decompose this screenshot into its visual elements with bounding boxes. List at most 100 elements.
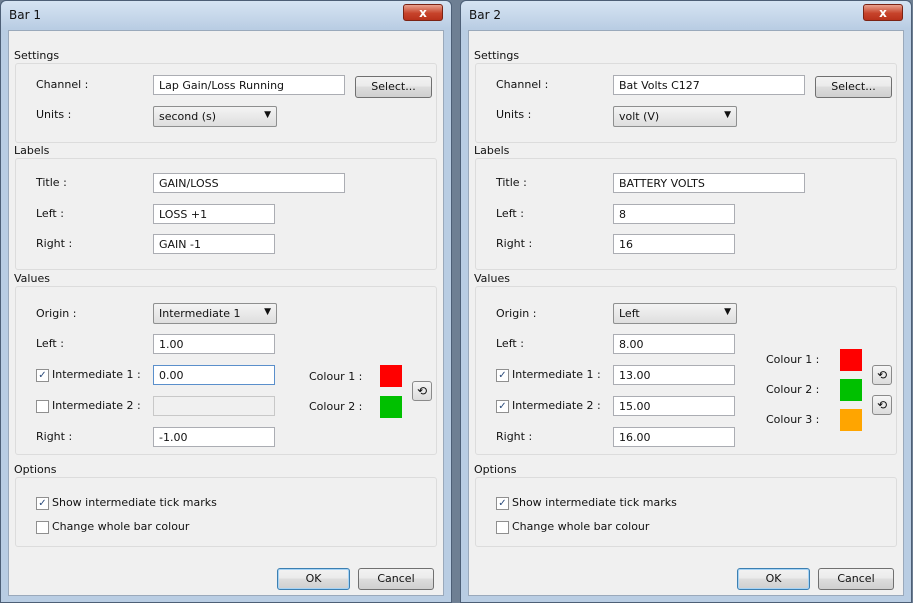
ok-button[interactable]: OK — [277, 568, 350, 590]
dialog-client-area: Settings Channel : Lap Gain/Loss Running… — [8, 30, 444, 596]
intermediate-1-input[interactable]: 0.00 — [153, 365, 275, 385]
units-dropdown[interactable]: second (s) ▼ — [153, 106, 277, 127]
dialog-client-area: Settings Channel : Bat Volts C127 Select… — [468, 30, 904, 596]
whole-bar-colour-label: Change whole bar colour — [52, 520, 190, 533]
colour-3-swatch[interactable] — [840, 409, 862, 431]
channel-label: Channel : — [496, 78, 549, 91]
tick-marks-label: Show intermediate tick marks — [512, 496, 677, 509]
colour-2-label: Colour 2 : — [766, 383, 820, 396]
intermediate-1-label: Intermediate 1 : — [52, 368, 141, 381]
channel-input[interactable]: Bat Volts C127 — [613, 75, 805, 95]
whole-bar-colour-checkbox[interactable] — [36, 521, 49, 534]
dialog-bar-1: Bar 1 x Settings Channel : Lap Gain/Loss… — [0, 0, 452, 603]
intermediate-2-checkbox[interactable] — [36, 400, 49, 413]
options-group: Options ✓ Show intermediate tick marks C… — [470, 463, 897, 547]
left-value-input[interactable]: 8.00 — [613, 334, 735, 354]
right-label-input[interactable]: GAIN -1 — [153, 234, 275, 254]
left-label-input[interactable]: LOSS +1 — [153, 204, 275, 224]
tick-marks-checkbox[interactable]: ✓ — [496, 497, 509, 510]
chevron-down-icon: ▼ — [264, 307, 271, 317]
intermediate-2-label: Intermediate 2 : — [512, 399, 601, 412]
chevron-down-icon: ▼ — [724, 110, 731, 120]
right-value-label: Right : — [496, 430, 533, 443]
options-group-label: Options — [470, 463, 521, 476]
right-label: Right : — [36, 237, 73, 250]
values-group-label: Values — [10, 272, 54, 285]
chevron-down-icon: ▼ — [724, 307, 731, 317]
colour-1-label: Colour 1 : — [766, 353, 820, 366]
dialog-title: Bar 2 — [469, 8, 501, 22]
units-dropdown-value: volt (V) — [619, 110, 660, 123]
close-button[interactable]: x — [863, 4, 903, 21]
values-group-label: Values — [470, 272, 514, 285]
intermediate-2-checkbox[interactable]: ✓ — [496, 400, 509, 413]
colour-2-swatch[interactable] — [380, 396, 402, 418]
values-group: Values Origin : Intermediate 1 ▼ Left : … — [10, 272, 437, 455]
tick-marks-checkbox[interactable]: ✓ — [36, 497, 49, 510]
settings-group-label: Settings — [470, 49, 524, 62]
colour-3-label: Colour 3 : — [766, 413, 820, 426]
labels-group: Labels Title : GAIN/LOSS Left : LOSS +1 … — [10, 144, 437, 270]
channel-input[interactable]: Lap Gain/Loss Running — [153, 75, 345, 95]
select-channel-button[interactable]: Select... — [355, 76, 432, 98]
tick-marks-label: Show intermediate tick marks — [52, 496, 217, 509]
origin-dropdown[interactable]: Intermediate 1 ▼ — [153, 303, 277, 324]
origin-dropdown[interactable]: Left ▼ — [613, 303, 737, 324]
right-value-input[interactable]: 16.00 — [613, 427, 735, 447]
intermediate-2-input[interactable] — [153, 396, 275, 416]
right-label-input[interactable]: 16 — [613, 234, 735, 254]
units-dropdown[interactable]: volt (V) ▼ — [613, 106, 737, 127]
left-value-label: Left : — [36, 337, 64, 350]
intermediate-1-checkbox[interactable]: ✓ — [36, 369, 49, 382]
swap-colours-icon[interactable]: ⟲ — [412, 381, 432, 401]
units-label: Units : — [36, 108, 72, 121]
intermediate-1-label: Intermediate 1 : — [512, 368, 601, 381]
dialog-title: Bar 1 — [9, 8, 41, 22]
origin-label: Origin : — [496, 307, 537, 320]
intermediate-1-input[interactable]: 13.00 — [613, 365, 735, 385]
channel-label: Channel : — [36, 78, 89, 91]
right-value-input[interactable]: -1.00 — [153, 427, 275, 447]
intermediate-2-input[interactable]: 15.00 — [613, 396, 735, 416]
cancel-button[interactable]: Cancel — [818, 568, 894, 590]
intermediate-1-checkbox[interactable]: ✓ — [496, 369, 509, 382]
title-bar: Bar 2 x — [461, 1, 911, 29]
intermediate-2-label: Intermediate 2 : — [52, 399, 141, 412]
dialog-bar-2: Bar 2 x Settings Channel : Bat Volts C12… — [460, 0, 912, 603]
origin-dropdown-value: Left — [619, 307, 640, 320]
labels-group-label: Labels — [10, 144, 54, 157]
title-input[interactable]: BATTERY VOLTS — [613, 173, 805, 193]
whole-bar-colour-checkbox[interactable] — [496, 521, 509, 534]
title-label: Title : — [36, 176, 67, 189]
colour-1-label: Colour 1 : — [309, 370, 363, 383]
colour-1-swatch[interactable] — [840, 349, 862, 371]
swap-colours-1-2-icon[interactable]: ⟲ — [872, 365, 892, 385]
select-channel-button[interactable]: Select... — [815, 76, 892, 98]
colour-2-swatch[interactable] — [840, 379, 862, 401]
close-button[interactable]: x — [403, 4, 443, 21]
right-label: Right : — [496, 237, 533, 250]
swap-colours-2-3-icon[interactable]: ⟲ — [872, 395, 892, 415]
ok-button[interactable]: OK — [737, 568, 810, 590]
origin-dropdown-value: Intermediate 1 — [159, 307, 241, 320]
units-dropdown-value: second (s) — [159, 110, 217, 123]
units-label: Units : — [496, 108, 532, 121]
left-label: Left : — [36, 207, 64, 220]
right-value-label: Right : — [36, 430, 73, 443]
left-label: Left : — [496, 207, 524, 220]
whole-bar-colour-label: Change whole bar colour — [512, 520, 650, 533]
colour-2-label: Colour 2 : — [309, 400, 363, 413]
options-group: Options ✓ Show intermediate tick marks C… — [10, 463, 437, 547]
labels-group: Labels Title : BATTERY VOLTS Left : 8 Ri… — [470, 144, 897, 270]
title-input[interactable]: GAIN/LOSS — [153, 173, 345, 193]
title-label: Title : — [496, 176, 527, 189]
options-group-label: Options — [10, 463, 61, 476]
settings-group: Settings Channel : Lap Gain/Loss Running… — [10, 49, 437, 143]
colour-1-swatch[interactable] — [380, 365, 402, 387]
labels-group-label: Labels — [470, 144, 514, 157]
left-value-input[interactable]: 1.00 — [153, 334, 275, 354]
values-group: Values Origin : Left ▼ Left : 8.00 ✓ Int… — [470, 272, 897, 455]
chevron-down-icon: ▼ — [264, 110, 271, 120]
left-label-input[interactable]: 8 — [613, 204, 735, 224]
cancel-button[interactable]: Cancel — [358, 568, 434, 590]
